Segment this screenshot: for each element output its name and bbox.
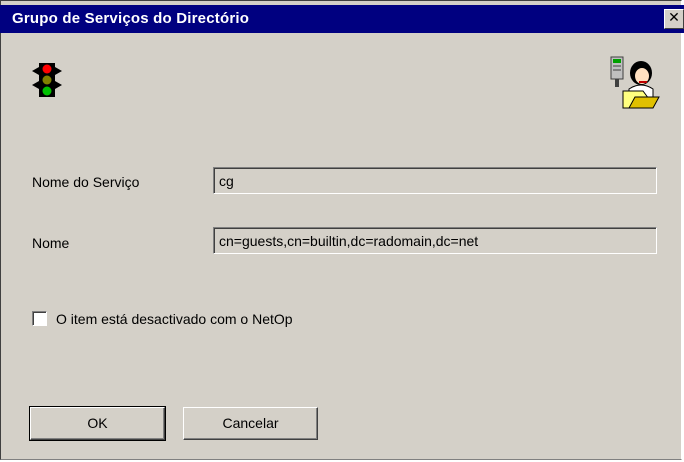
cancel-button[interactable]: Cancelar <box>183 407 318 440</box>
name-label: Nome <box>32 235 70 251</box>
title-bar[interactable]: Grupo de Serviços do Directório ✕ <box>0 5 684 33</box>
disabled-netop-checkbox[interactable] <box>32 311 47 326</box>
service-name-value: cg <box>219 173 234 189</box>
ok-button[interactable]: OK <box>29 406 166 441</box>
traffic-light-icon <box>32 63 62 97</box>
window-title: Grupo de Serviços do Directório <box>12 10 250 27</box>
disabled-netop-label[interactable]: O item está desactivado com o NetOp <box>56 311 293 327</box>
close-icon: ✕ <box>668 10 680 26</box>
close-button[interactable]: ✕ <box>664 9 684 29</box>
name-field[interactable]: cn=guests,cn=builtin,dc=radomain,dc=net <box>213 227 657 254</box>
name-value: cn=guests,cn=builtin,dc=radomain,dc=net <box>219 233 479 249</box>
service-name-field[interactable]: cg <box>213 167 657 194</box>
service-name-label: Nome do Serviço <box>32 174 140 190</box>
user-directory-icon <box>609 55 661 109</box>
